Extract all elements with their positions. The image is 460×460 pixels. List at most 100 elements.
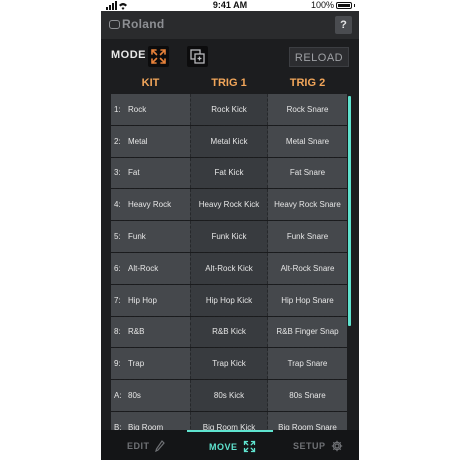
kit-name: Hip Hop (128, 295, 157, 305)
logo-text: Roland (122, 17, 165, 31)
kit-name: Metal (128, 136, 148, 146)
trig1-cell[interactable]: Heavy Rock Kick (190, 189, 268, 221)
trig2-cell[interactable]: Big Room Snare (268, 411, 347, 430)
kit-cell[interactable]: 8: R&B (111, 316, 190, 348)
battery-nub (354, 4, 355, 7)
mode-copy-button[interactable] (187, 46, 208, 67)
kit-cell[interactable]: 5: Funk (111, 221, 190, 252)
kit-number: 2: (114, 136, 121, 146)
table-row[interactable]: 7: Hip Hop Hip Hop Kick Hip Hop Snare (111, 284, 347, 317)
active-tab-indicator (187, 430, 273, 432)
status-bar: 9:41 AM 100% (101, 0, 359, 11)
kit-number: 7: (114, 295, 121, 305)
table-row[interactable]: 3: Fat Fat Kick Fat Snare (111, 157, 347, 190)
battery-status: 100% (311, 0, 355, 11)
kit-name: Rock (128, 104, 147, 114)
kit-number: 5: (114, 232, 121, 242)
battery-icon (336, 2, 352, 9)
move-arrows-icon (151, 49, 166, 64)
trig2-cell[interactable]: Alt-Rock Snare (268, 252, 347, 284)
kit-number: 6: (114, 263, 121, 273)
kit-cell[interactable]: A: 80s (111, 380, 190, 411)
table-row[interactable]: B: Big Room Big Room Kick Big Room Snare (111, 411, 347, 430)
gear-icon (331, 440, 342, 452)
column-header-trig1: TRIG 1 (211, 77, 247, 89)
tab-move[interactable]: MOVE (209, 440, 256, 453)
kit-cell[interactable]: 1: Rock (111, 94, 190, 125)
kit-table: 1: Rock Rock Kick Rock Snare 2: Metal Metal Ki… (111, 94, 347, 430)
kit-number: B: (114, 422, 122, 430)
kit-name: Alt-Rock (128, 263, 159, 273)
column-headers: KIT TRIG 1 TRIG 2 (101, 73, 359, 93)
trig2-cell[interactable]: 80s Snare (268, 380, 347, 411)
kit-cell[interactable]: 7: Hip Hop (111, 284, 190, 316)
table-row[interactable]: 8: R&B R&B Kick R&B Finger Snap (111, 316, 347, 349)
move-arrows-icon (243, 440, 255, 453)
kit-number: A: (114, 391, 122, 401)
table-row[interactable]: 4: Heavy Rock Heavy Rock Kick Heavy Rock Sn… (111, 189, 347, 222)
reload-button[interactable]: RELOAD (289, 47, 349, 67)
kit-name: Big Room (128, 422, 164, 430)
trig2-cell[interactable]: Hip Hop Snare (268, 284, 347, 316)
kit-number: 9: (114, 359, 121, 369)
trig1-cell[interactable]: Big Room Kick (190, 411, 268, 430)
kit-number: 1: (114, 104, 121, 114)
kit-name: 80s (128, 391, 141, 401)
kit-number: 4: (114, 200, 121, 210)
copy-icon (190, 49, 205, 64)
kit-name: R&B (128, 327, 145, 337)
trig1-cell[interactable]: Trap Kick (190, 348, 268, 380)
app-screen: 9:41 AM 100% Roland ? MODE RELOAD KIT TR… (101, 0, 359, 460)
app-header: Roland ? (101, 11, 359, 39)
table-row[interactable]: 1: Rock Rock Kick Rock Snare (111, 94, 347, 126)
kit-number: 8: (114, 327, 121, 337)
tab-move-label: MOVE (209, 441, 238, 452)
table-row[interactable]: A: 80s 80s Kick 80s Snare (111, 380, 347, 412)
trig1-cell[interactable]: Hip Hop Kick (190, 284, 268, 316)
trig2-cell[interactable]: Fat Snare (268, 157, 347, 189)
tab-setup-label: SETUP (293, 441, 326, 451)
table-row[interactable]: 2: Metal Metal Kick Metal Snare (111, 125, 347, 158)
trig2-cell[interactable]: Rock Snare (268, 94, 347, 125)
column-header-trig2: TRIG 2 (289, 77, 326, 89)
trig1-cell[interactable]: Fat Kick (190, 157, 268, 189)
kit-name: Trap (128, 359, 145, 369)
trig1-cell[interactable]: Alt-Rock Kick (190, 252, 268, 284)
trig1-cell[interactable]: R&B Kick (190, 316, 268, 348)
tab-setup[interactable]: SETUP (293, 440, 343, 452)
mode-label: MODE (111, 49, 146, 61)
table-row[interactable]: 9: Trap Trap Kick Trap Snare (111, 348, 347, 381)
mode-move-button[interactable] (148, 46, 169, 67)
trig1-cell[interactable]: Funk Kick (190, 221, 268, 252)
trig2-cell[interactable]: Funk Snare (268, 221, 347, 252)
kit-cell[interactable]: 6: Alt-Rock (111, 252, 190, 284)
trig1-cell[interactable]: 80s Kick (190, 380, 268, 411)
kit-name: Fat (128, 168, 140, 178)
trig2-cell[interactable]: R&B Finger Snap (268, 316, 347, 348)
table-row[interactable]: 6: Alt-Rock Alt-Rock Kick Alt-Rock Snare (111, 252, 347, 285)
column-header-kit: KIT (141, 77, 160, 89)
trig2-cell[interactable]: Metal Snare (268, 125, 347, 157)
kit-cell[interactable]: 3: Fat (111, 157, 190, 189)
roland-logo: Roland (109, 17, 164, 31)
trig2-cell[interactable]: Trap Snare (268, 348, 347, 380)
kit-name: Funk (128, 232, 146, 242)
trig1-cell[interactable]: Rock Kick (190, 94, 268, 125)
kit-cell[interactable]: 4: Heavy Rock (111, 189, 190, 221)
tab-edit[interactable]: EDIT (127, 440, 165, 452)
trig1-cell[interactable]: Metal Kick (190, 125, 268, 157)
battery-percent: 100% (310, 0, 334, 10)
mode-row: MODE RELOAD (101, 39, 359, 73)
table-row[interactable]: 5: Funk Funk Kick Funk Snare (111, 221, 347, 253)
kit-cell[interactable]: 2: Metal (111, 125, 190, 157)
scrollbar[interactable] (348, 96, 351, 326)
kit-name: Heavy Rock (128, 200, 172, 210)
roland-mark-icon (109, 19, 120, 29)
kit-cell[interactable]: B: Big Room (111, 411, 190, 430)
kit-cell[interactable]: 9: Trap (111, 348, 190, 380)
pencil-icon (154, 440, 165, 452)
bottom-tab-bar: EDIT MOVE SETUP (101, 430, 359, 460)
trig2-cell[interactable]: Heavy Rock Snare (268, 189, 347, 221)
help-button[interactable]: ? (335, 16, 352, 34)
tab-edit-label: EDIT (127, 441, 150, 451)
